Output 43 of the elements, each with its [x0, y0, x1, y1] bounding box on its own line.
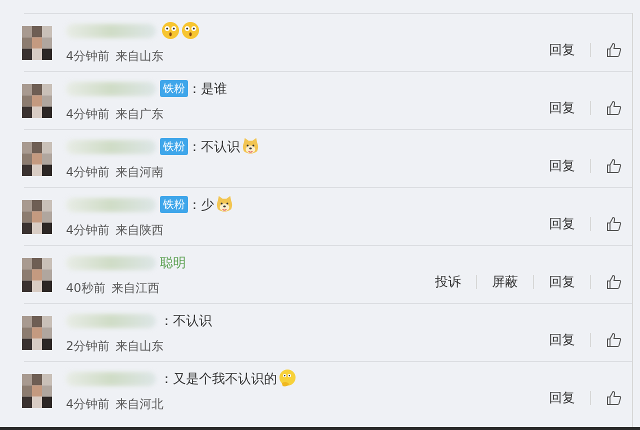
comment-text: ：少	[188, 196, 214, 214]
comment-text: ：是谁	[188, 80, 227, 98]
comment-text: ：不认识	[188, 138, 240, 156]
action-link[interactable]: 投诉	[435, 272, 461, 290]
comment-time: 4分钟前	[66, 106, 110, 122]
thumbs-up-icon[interactable]	[606, 390, 622, 406]
comment-time: 2分钟前	[66, 338, 110, 354]
comment-location: 来自河南	[116, 164, 164, 180]
action-link[interactable]: 回复	[549, 98, 575, 116]
fan-badge: 铁粉	[160, 138, 188, 155]
thumbs-up-icon[interactable]	[606, 42, 622, 58]
comment-location: 来自河北	[116, 396, 164, 412]
comment-time: 4分钟前	[66, 48, 110, 64]
comment-location: 来自山东	[116, 338, 164, 354]
dog-emoji-icon	[241, 137, 260, 156]
comment-time: 4分钟前	[66, 396, 110, 412]
comment-text: ：又是个我不认识的	[160, 370, 277, 388]
comment-time: 4分钟前	[66, 222, 110, 238]
dog-emoji-icon	[215, 195, 234, 214]
action-link[interactable]: 回复	[549, 214, 575, 232]
shocked-emoji-icon	[161, 21, 180, 40]
comment-location: 来自江西	[111, 280, 160, 296]
thumbs-up-icon[interactable]	[606, 332, 622, 348]
thumbs-up-icon[interactable]	[606, 158, 622, 174]
action-link[interactable]: 回复	[549, 156, 575, 174]
action-link[interactable]: 回复	[549, 388, 575, 406]
thinking-emoji-icon	[278, 369, 297, 388]
action-link[interactable]: 屏蔽	[492, 272, 518, 290]
thumbs-up-icon[interactable]	[606, 216, 622, 232]
comment-time: 4分钟前	[66, 164, 110, 180]
fan-badge: 铁粉	[160, 196, 188, 213]
comment-time: 40秒前	[66, 280, 106, 296]
thumbs-up-icon[interactable]	[606, 100, 622, 116]
thumbs-up-icon[interactable]	[606, 274, 622, 290]
action-link[interactable]: 回复	[549, 330, 575, 348]
action-link[interactable]: 回复	[549, 40, 575, 58]
shocked-emoji-icon	[181, 21, 200, 40]
action-link[interactable]: 回复	[549, 272, 575, 290]
fan-badge: 铁粉	[160, 80, 188, 97]
comment-location: 来自广东	[116, 106, 164, 122]
comment-text: ：不认识	[160, 312, 212, 330]
comment-location: 来自山东	[116, 48, 164, 64]
comment-location: 来自陕西	[116, 222, 164, 238]
